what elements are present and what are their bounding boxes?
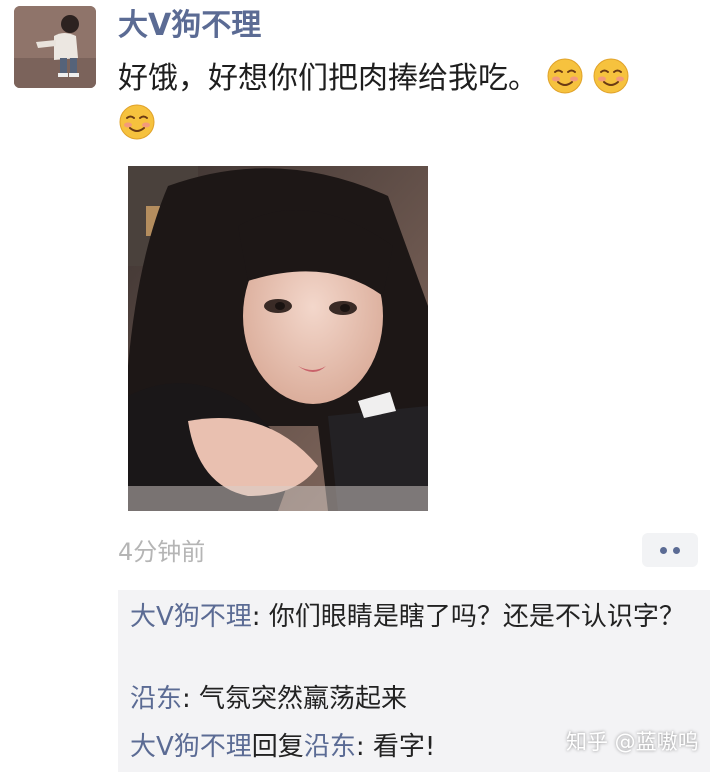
comment-author[interactable]: 大V狗不理 — [130, 602, 252, 632]
smiling-face-emoji-icon — [546, 57, 584, 95]
comment-text: 看字! — [372, 732, 436, 762]
more-dots-icon — [673, 546, 680, 554]
comment-separator: : — [182, 684, 200, 714]
smiling-face-emoji-icon — [592, 57, 630, 95]
comment-author[interactable]: 沿东 — [130, 684, 182, 714]
post-photo[interactable] — [128, 166, 428, 511]
portrait-photo-image — [128, 166, 428, 511]
post-author-name[interactable]: 大V狗不理 — [118, 6, 261, 46]
post-text: 好饿，好想你们把肉捧给我吃。 — [118, 56, 698, 148]
post-text-content: 好饿，好想你们把肉捧给我吃。 — [118, 61, 538, 96]
comment-reply-word: 回复 — [251, 732, 304, 762]
comment-item[interactable]: 大V狗不理: 你们眼睛是瞎了吗？还是不认识字？ — [130, 598, 700, 636]
more-options-button[interactable] — [642, 533, 698, 567]
comment-reply-target[interactable]: 沿东 — [304, 732, 356, 762]
comment-text: 你们眼睛是瞎了吗？还是不认识字？ — [268, 602, 685, 632]
post-timestamp: 4分钟前 — [118, 538, 206, 566]
avatar[interactable] — [14, 6, 96, 88]
comment-separator: : — [355, 732, 373, 762]
comment-author[interactable]: 大V狗不理 — [130, 732, 252, 762]
smiling-face-emoji-icon — [118, 103, 156, 141]
comment-separator: : — [251, 602, 269, 632]
comment-item[interactable]: 沿东: 气氛突然羸荡起来 — [130, 680, 700, 718]
comment-text: 气氛突然羸荡起来 — [199, 684, 408, 714]
avatar-image — [14, 6, 96, 88]
more-dots-icon — [660, 546, 667, 554]
watermark-text: 知乎 @蓝嗷呜 — [566, 730, 699, 754]
